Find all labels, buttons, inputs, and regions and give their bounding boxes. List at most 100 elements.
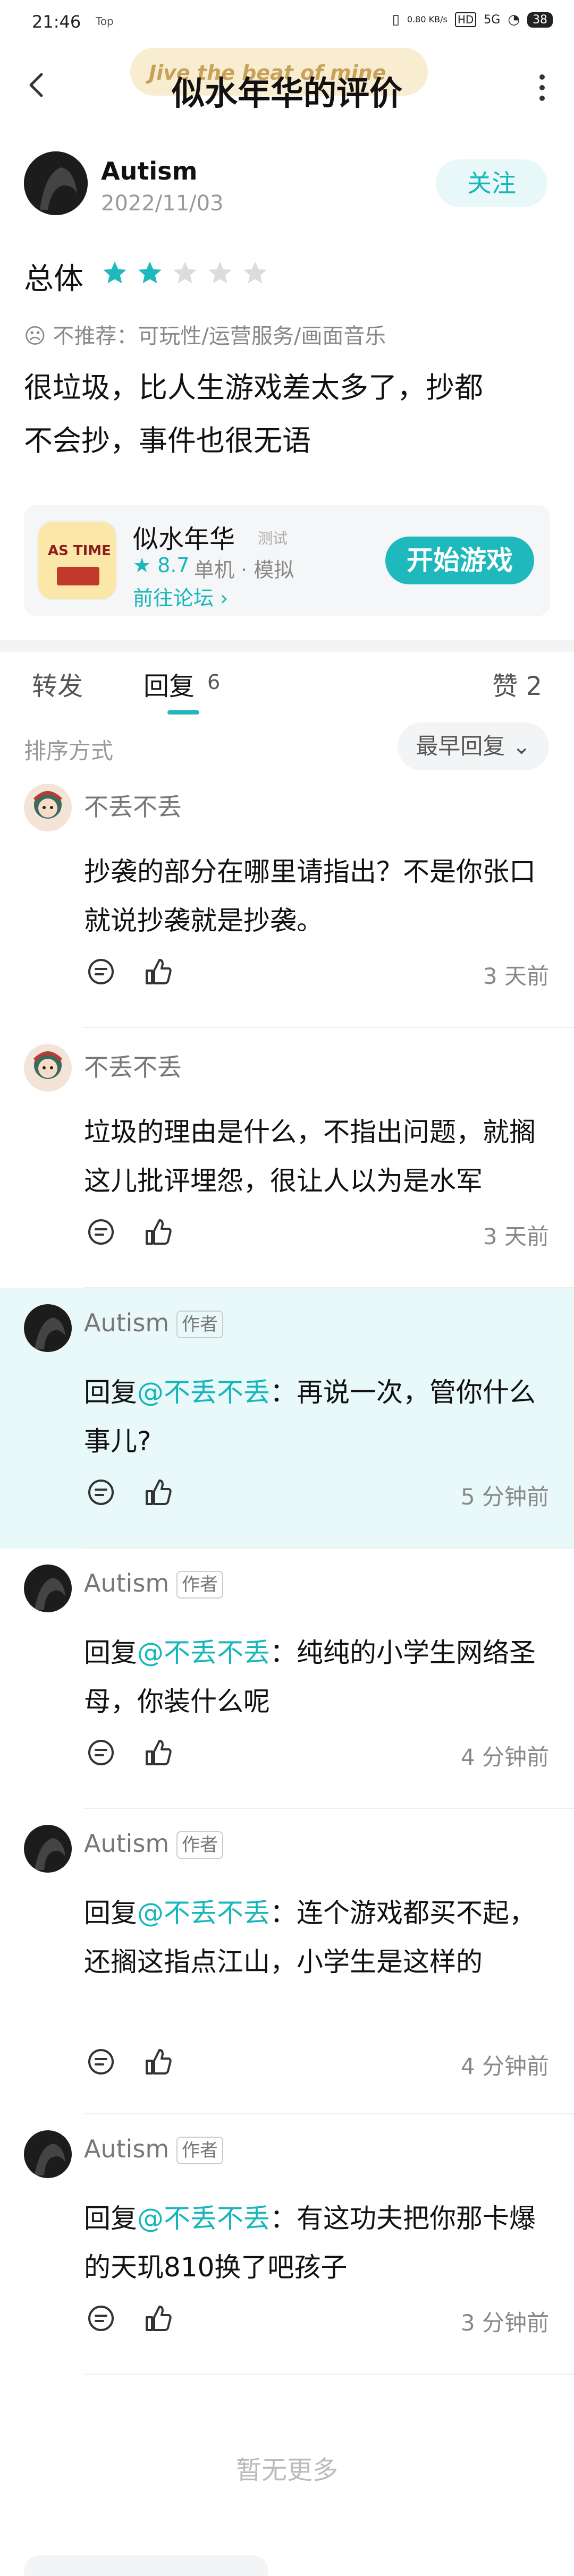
comment-item[interactable]: Autism 作者回复@不丢不丢：纯纯的小学生网络圣母，你装什么呢 4 分钟前 (0, 1549, 574, 1809)
not-recommend-line: ☹ 不推荐：可玩性/运营服务/画面音乐 (24, 319, 386, 350)
review-text: 很垃圾，比人生游戏差太多了，抄都 不会抄，事件也很无语 (24, 361, 555, 467)
wifi-icon: ◔ (508, 12, 520, 28)
tab-reply[interactable]: 回复 (144, 665, 195, 702)
sad-face-icon: ☹ (24, 324, 46, 348)
star-filled-icon (138, 261, 162, 284)
author-badge: 作者 (176, 1571, 223, 1599)
commenter-avatar[interactable] (24, 1304, 72, 1352)
author-badge: 作者 (176, 1311, 223, 1338)
commenter-name[interactable]: Autism (84, 2135, 169, 2163)
game-icon-art (57, 567, 99, 585)
small-star-icon: ★ (133, 554, 158, 577)
reply-bubble-icon[interactable] (85, 2302, 117, 2334)
mention-link[interactable]: @不丢不丢 (137, 1377, 270, 1408)
comment-text: 回复@不丢不丢：有这功夫把你那卡爆的天玑810换了吧孩子 (84, 2194, 541, 2292)
star-empty-icon (243, 261, 267, 284)
game-info: 单机 · 模拟 (194, 558, 294, 582)
star-rating (101, 259, 269, 287)
commenter-avatar[interactable] (24, 784, 72, 831)
reply-prefix: 回复 (84, 2203, 137, 2234)
commenter-name[interactable]: 不丢不丢 (84, 788, 182, 823)
author-date: 2022/11/03 (101, 191, 224, 216)
sort-label: 排序方式 (24, 738, 114, 764)
comment-item[interactable]: Autism 作者回复@不丢不丢：连个游戏都买不起，还搁这指点江山，小学生是这样的… (0, 1809, 574, 2114)
hd-badge: HD (454, 12, 477, 27)
tab-like[interactable]: 赞 2 (492, 665, 542, 702)
comment-text: 抄袭的部分在哪里请指出？不是你张口就说抄袭就是抄袭。 (84, 847, 541, 945)
comment-time: 4 分钟前 (460, 1744, 549, 1770)
thumbs-up-icon[interactable] (142, 1216, 174, 1248)
commenter-name[interactable]: Autism (84, 1308, 169, 1337)
comment-time: 3 分钟前 (460, 2310, 549, 2336)
tab-forward[interactable]: 转发 (32, 665, 83, 702)
game-icon-text: AS TIME (48, 543, 111, 559)
section-divider (0, 640, 574, 652)
commenter-name[interactable]: 不丢不丢 (84, 1048, 182, 1083)
play-game-button[interactable]: 开始游戏 (385, 537, 534, 584)
author-name[interactable]: Autism (101, 157, 197, 185)
sort-dropdown[interactable]: 最早回复 ⌄ (398, 722, 549, 770)
commenter-name[interactable]: Autism (84, 1829, 169, 1858)
vibrate-icon: ▯ (392, 12, 400, 28)
star-empty-icon (208, 261, 232, 284)
reply-bubble-icon[interactable] (85, 956, 117, 988)
comment-item[interactable]: Autism 作者 回复@不丢不丢：再说一次，管你什么事儿? 5 分钟前 (0, 1288, 574, 1549)
status-icons: ▯ 0.80 KB/s HD 5G ◔ 38 (392, 12, 553, 28)
signal-icon: 5G (484, 13, 501, 27)
commenter-avatar[interactable] (24, 2130, 72, 2178)
game-icon[interactable]: AS TIME (37, 521, 117, 600)
thumbs-up-icon[interactable] (142, 2302, 174, 2334)
game-card[interactable]: AS TIME 似水年华 测试 ★ 8.7 单机 · 模拟 前往论坛 › 开始游… (24, 505, 550, 616)
author-avatar[interactable] (24, 151, 88, 215)
thumbs-up-icon[interactable] (142, 956, 174, 988)
game-name[interactable]: 似水年华 (133, 518, 235, 555)
commenter-name[interactable]: Autism (84, 1569, 169, 1597)
network-speed: 0.80 KB/s (407, 14, 448, 24)
game-tag: 测试 (258, 530, 288, 547)
comment-item[interactable]: 不丢不丢 抄袭的部分在哪里请指出？不是你张口就说抄袭就是抄袭。 3 天前 (0, 768, 574, 1028)
tab-bar: 转发 回复 6 赞 2 (0, 652, 574, 716)
mention-link[interactable]: @不丢不丢 (137, 2203, 270, 2234)
thumbs-up-icon[interactable] (142, 1476, 174, 1508)
reply-bubble-icon[interactable] (85, 2046, 117, 2078)
comment-time: 4 分钟前 (460, 2053, 549, 2079)
status-time: 21:46 (32, 12, 81, 32)
game-score-value: 8.7 (157, 554, 190, 577)
reply-prefix: 回复 (84, 1898, 137, 1928)
reply-bubble-icon[interactable] (85, 1216, 117, 1248)
header: Jive the beat of mine 似水年华的评价 (0, 48, 574, 127)
thumbs-up-icon[interactable] (142, 1737, 174, 1769)
mention-link[interactable]: @不丢不丢 (137, 1898, 270, 1928)
forum-link[interactable]: 前往论坛 › (133, 582, 228, 611)
not-recommend-text: 不推荐：可玩性/运营服务/画面音乐 (53, 324, 386, 348)
status-app-badge: Top (96, 15, 114, 28)
star-empty-icon (173, 261, 197, 284)
comment-body: 垃圾的理由是什么，不指出问题，就搁这儿批评埋怨，很让人以为是水军 (84, 1117, 536, 1196)
commenter-avatar[interactable] (24, 1044, 72, 1092)
review-line: 很垃圾，比人生游戏差太多了，抄都 (24, 371, 483, 404)
comment-time: 3 天前 (483, 1223, 549, 1249)
page-title: 似水年华的评价 (171, 74, 402, 113)
mention-link[interactable]: @不丢不丢 (137, 1637, 270, 1668)
comment-item[interactable]: Autism 作者回复@不丢不丢：有这功夫把你那卡爆的天玑810换了吧孩子 3 分钟… (0, 2114, 574, 2375)
more-options-icon[interactable] (531, 69, 553, 106)
reply-input[interactable] (24, 2555, 268, 2576)
comment-text: 回复@不丢不丢：连个游戏都买不起，还搁这指点江山，小学生是这样的 (84, 1889, 541, 1986)
star-filled-icon (103, 261, 126, 284)
author-badge: 作者 (176, 2137, 223, 2164)
tab-active-indicator (167, 710, 199, 715)
overall-rating-label: 总体 (24, 262, 83, 296)
comment-text: 垃圾的理由是什么，不指出问题，就搁这儿批评埋怨，很让人以为是水军 (84, 1108, 541, 1205)
commenter-avatar[interactable] (24, 1825, 72, 1873)
commenter-avatar[interactable] (24, 1565, 72, 1612)
comment-item[interactable]: 不丢不丢垃圾的理由是什么，不指出问题，就搁这儿批评埋怨，很让人以为是水军 3 天前 (0, 1028, 574, 1288)
no-more-text: 暂无更多 (235, 2455, 338, 2485)
author-badge: 作者 (176, 1831, 223, 1859)
follow-button[interactable]: 关注 (436, 159, 547, 207)
comment-text: 回复@不丢不丢：纯纯的小学生网络圣母，你装什么呢 (84, 1628, 541, 1726)
reply-bubble-icon[interactable] (85, 1737, 117, 1769)
battery-icon: 38 (527, 12, 553, 28)
comment-time: 5 分钟前 (460, 1484, 549, 1510)
thumbs-up-icon[interactable] (142, 2046, 174, 2078)
reply-bubble-icon[interactable] (85, 1476, 117, 1508)
